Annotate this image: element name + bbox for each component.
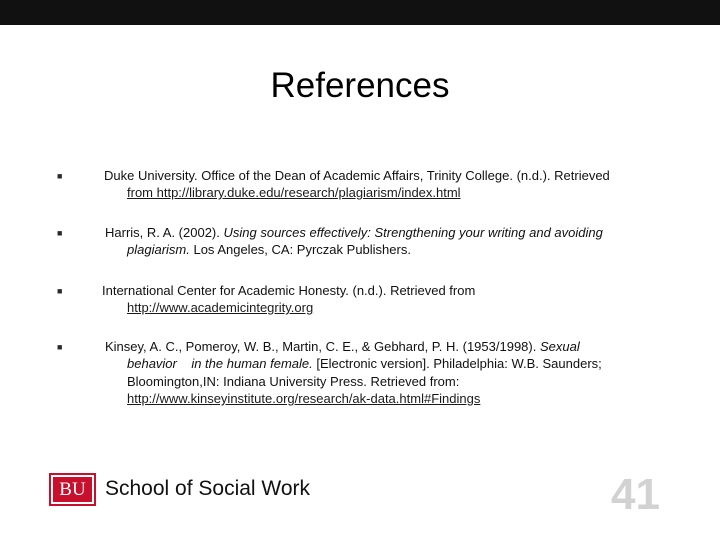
page-number: 41 xyxy=(611,470,660,519)
bu-logo: BU xyxy=(49,473,96,506)
square-bullet-icon: ■ xyxy=(57,171,63,181)
school-name: School of Social Work xyxy=(105,477,311,500)
reference-text: behavior in the human female. [Electroni… xyxy=(127,356,602,371)
square-bullet-icon: ■ xyxy=(57,342,63,352)
reference-link[interactable]: http://www.kinseyinstitute.org/research/… xyxy=(127,390,480,408)
square-bullet-icon: ■ xyxy=(57,228,63,238)
slide-title: References xyxy=(270,66,450,105)
reference-text: Harris, R. A. (2002). Using sources effe… xyxy=(105,225,603,240)
reference-text: Bloomington,IN: Indiana University Press… xyxy=(127,374,460,389)
reference-text: plagiarism. Los Angeles, CA: Pyrczak Pub… xyxy=(127,242,411,257)
reference-text: Duke University. Office of the Dean of A… xyxy=(104,168,610,183)
reference-text-link[interactable]: from http://library.duke.edu/research/pl… xyxy=(127,184,461,202)
square-bullet-icon: ■ xyxy=(57,286,63,296)
reference-link[interactable]: http://www.academicintegrity.org xyxy=(127,299,313,317)
top-bar xyxy=(0,0,720,25)
reference-text: International Center for Academic Honest… xyxy=(102,283,476,298)
reference-text: Kinsey, A. C., Pomeroy, W. B., Martin, C… xyxy=(105,339,580,354)
bu-logo-text: BU xyxy=(53,477,92,502)
